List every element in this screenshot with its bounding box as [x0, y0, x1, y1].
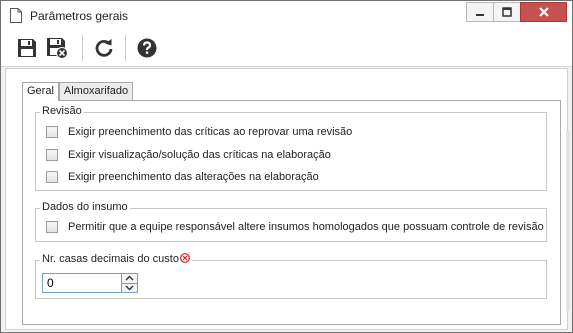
- refresh-button[interactable]: [92, 36, 116, 60]
- dados-insumo-legend: Dados do insumo: [40, 201, 130, 213]
- checkbox-label: Permitir que a equipe responsável altere…: [68, 221, 544, 233]
- required-icon: [180, 253, 190, 263]
- close-button[interactable]: [520, 2, 567, 22]
- document-icon: [10, 8, 22, 23]
- checkbox-label: Exigir preenchimento das alterações na e…: [68, 171, 319, 183]
- save-button[interactable]: [15, 36, 39, 60]
- tab-geral[interactable]: Geral: [22, 82, 59, 101]
- help-button[interactable]: [135, 36, 159, 60]
- toolbar-separator: [125, 35, 126, 61]
- chevron-up-icon: [125, 275, 134, 281]
- checkbox[interactable]: [46, 171, 58, 183]
- checkbox-label: Exigir visualização/solução das críticas…: [68, 149, 331, 161]
- refresh-icon: [95, 39, 113, 57]
- dados-insumo-group: Dados do insumo Permitir que a equipe re…: [35, 201, 547, 242]
- tab-panel-geral: Revisão Exigir preenchimento das crítica…: [22, 100, 561, 325]
- close-icon: [538, 7, 549, 17]
- maximize-button[interactable]: [493, 2, 520, 22]
- content-area: Geral Almoxarifado Revisão Exigir preenc…: [5, 68, 568, 330]
- checkbox[interactable]: [46, 126, 58, 138]
- decimais-legend-label: Nr. casas decimais do custo: [42, 253, 179, 265]
- checkbox-row[interactable]: Permitir que a equipe responsável altere…: [46, 220, 544, 234]
- decimais-legend: Nr. casas decimais do custo: [40, 253, 192, 265]
- spinner[interactable]: [122, 273, 138, 293]
- decimais-group: Nr. casas decimais do custo: [35, 253, 547, 299]
- save-and-close-icon: [47, 38, 68, 59]
- revisao-group: Revisão Exigir preenchimento das crítica…: [35, 105, 547, 191]
- parametros-gerais-window: Parâmetros gerais Geral Almoxarifado Rev…: [0, 0, 573, 333]
- help-icon: [137, 38, 157, 58]
- checkbox-row[interactable]: Exigir visualização/solução das críticas…: [46, 148, 331, 162]
- window-title: Parâmetros gerais: [30, 9, 129, 23]
- maximize-icon: [502, 7, 512, 17]
- tab-strip: Geral Almoxarifado: [22, 82, 134, 101]
- minimize-icon: [476, 14, 484, 16]
- minimize-button[interactable]: [466, 2, 493, 22]
- save-and-close-button[interactable]: [45, 36, 69, 60]
- window-controls: [466, 2, 567, 22]
- spin-up-button[interactable]: [122, 274, 137, 283]
- checkbox[interactable]: [46, 221, 58, 233]
- save-icon: [18, 39, 36, 57]
- toolbar-separator: [82, 35, 83, 61]
- checkbox-label: Exigir preenchimento das críticas ao rep…: [68, 126, 353, 138]
- window-resize-edge: [566, 131, 570, 311]
- checkbox-row[interactable]: Exigir preenchimento das críticas ao rep…: [46, 125, 352, 139]
- revisao-legend: Revisão: [40, 105, 84, 117]
- toolbar: [1, 29, 572, 67]
- tab-almoxarifado[interactable]: Almoxarifado: [58, 82, 134, 100]
- decimais-input[interactable]: [42, 273, 122, 293]
- checkbox[interactable]: [46, 149, 58, 161]
- spin-down-button[interactable]: [122, 282, 137, 293]
- checkbox-row[interactable]: Exigir preenchimento das alterações na e…: [46, 170, 319, 184]
- chevron-down-icon: [125, 285, 134, 291]
- decimais-stepper[interactable]: [42, 273, 138, 293]
- title-bar[interactable]: Parâmetros gerais: [1, 1, 572, 29]
